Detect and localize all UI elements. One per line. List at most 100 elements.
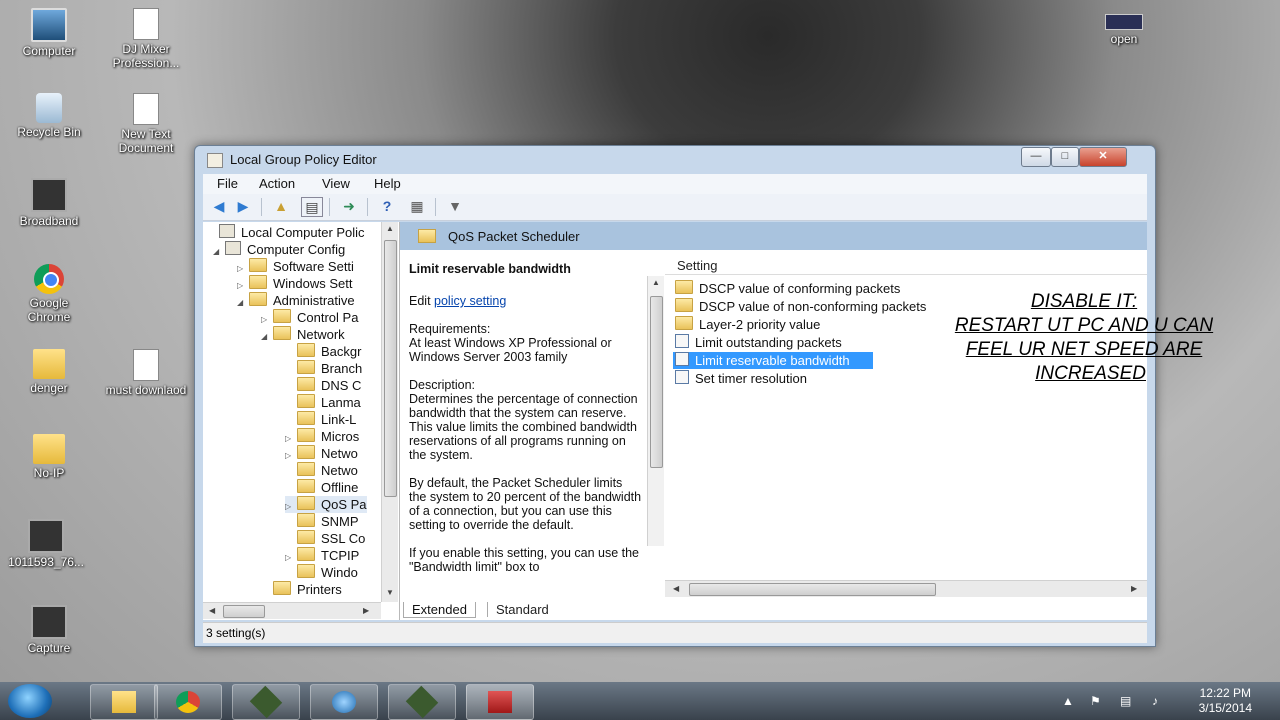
properties-icon[interactable]: ▦	[407, 197, 427, 215]
overlay-line: FEEL UR NET SPEED ARE	[965, 339, 1203, 360]
tree-item[interactable]: ◢ Administrative	[237, 292, 355, 309]
folder-icon	[249, 275, 267, 289]
desktop-icon-recycle-bin[interactable]: Recycle Bin	[7, 93, 91, 139]
setting-row[interactable]: Limit outstanding packets	[673, 334, 842, 351]
taskbar-app[interactable]	[232, 684, 300, 720]
desktop-icon-new-text-document[interactable]: New Text Document	[104, 93, 188, 155]
list-horizontal-scrollbar[interactable]: ◀ ▶	[665, 580, 1147, 597]
desktop-icon-no-ip[interactable]: No-IP	[7, 434, 91, 480]
desktop-icon-broadband[interactable]: Broadband	[7, 178, 91, 228]
tree-item[interactable]: ◢ Computer Config	[213, 241, 345, 258]
tree-item[interactable]: Branch	[285, 360, 362, 377]
tree-item[interactable]: ▷ Netwo	[285, 445, 358, 462]
desktop-icon-capture[interactable]: Capture	[7, 605, 91, 655]
desktop-icon-computer[interactable]: Computer	[7, 8, 91, 58]
export-list-icon[interactable]: ➜	[339, 197, 359, 215]
tree-item[interactable]: ▷ TCPIP	[285, 547, 359, 564]
menu-view[interactable]: View	[322, 176, 350, 191]
app-icon	[405, 685, 439, 719]
taskbar-explorer[interactable]	[90, 684, 158, 720]
toolbox-icon	[488, 691, 512, 713]
network-status-icon[interactable]: ▤	[1120, 694, 1131, 708]
minimize-button[interactable]: —	[1021, 147, 1051, 167]
tree-item[interactable]: SNMP	[285, 513, 359, 530]
tree-label: SSL Co	[321, 531, 366, 546]
desktop-icon-open[interactable]: open	[1082, 14, 1166, 46]
close-button[interactable]: ✕	[1079, 147, 1127, 167]
text-document-icon	[133, 349, 159, 381]
tree-item[interactable]: ▷ Control Pa	[261, 309, 358, 326]
clock[interactable]: 12:22 PM 3/15/2014	[1199, 686, 1252, 716]
setting-row[interactable]: DSCP value of conforming packets	[673, 280, 900, 297]
up-folder-icon[interactable]: ▲	[271, 197, 291, 215]
tree-label: Control Pa	[297, 310, 359, 325]
tree-item[interactable]: ▷ Micros	[285, 428, 359, 445]
list-column-header[interactable]: Setting	[665, 250, 1147, 275]
tree-item[interactable]: Netwo	[285, 462, 358, 479]
volume-icon[interactable]: ♪	[1152, 694, 1158, 708]
scroll-thumb[interactable]	[689, 583, 936, 596]
menu-help[interactable]: Help	[374, 176, 401, 191]
desktop-icon-google-chrome[interactable]: Google Chrome	[7, 264, 91, 324]
tree-label: SNMP	[321, 514, 359, 529]
setting-label: Set timer resolution	[695, 371, 807, 386]
tree-item[interactable]: Link-L	[285, 411, 356, 428]
tree-item[interactable]: ◢ Network	[261, 326, 345, 343]
tree-item[interactable]: Printers	[261, 581, 342, 598]
tree-label: Computer Config	[247, 242, 346, 257]
broadband-icon	[31, 178, 67, 212]
setting-row[interactable]: Set timer resolution	[673, 370, 807, 387]
setting-row-selected[interactable]: Limit reservable bandwidth	[673, 352, 873, 369]
desktop-icon-label: Capture	[27, 641, 71, 655]
tree-label: TCPIP	[321, 548, 360, 563]
tree-item[interactable]: Local Computer Polic	[207, 224, 365, 241]
tab-standard[interactable]: Standard	[487, 602, 557, 617]
maximize-button[interactable]: □	[1051, 147, 1079, 167]
filter-icon[interactable]: ▼	[445, 197, 465, 215]
toolbar: ◀ ▶ ▲ ▤ ➜ ? ▦ ▼	[203, 194, 1147, 221]
tree-item[interactable]: SSL Co	[285, 530, 365, 547]
show-hide-tree-icon[interactable]: ▤	[301, 197, 323, 217]
window-title: Local Group Policy Editor	[230, 152, 377, 167]
tree-vertical-scrollbar[interactable]: ▲ ▼	[381, 222, 398, 602]
taskbar-app[interactable]	[388, 684, 456, 720]
setting-row[interactable]: Layer-2 priority value	[673, 316, 820, 333]
tree-item[interactable]: ▷ Windows Sett	[237, 275, 352, 292]
desktop-icon-image-file[interactable]: 1011593_76...	[4, 519, 88, 569]
scroll-thumb[interactable]	[650, 296, 663, 468]
title-bar[interactable]: Local Group Policy Editor — □ ✕	[195, 146, 1155, 172]
setting-label: DSCP value of non-conforming packets	[699, 299, 927, 314]
taskbar-chrome[interactable]	[154, 684, 222, 720]
tab-extended[interactable]: Extended	[403, 602, 476, 618]
tree-item[interactable]: DNS C	[285, 377, 361, 394]
tree-horizontal-scrollbar[interactable]: ◀ ▶	[203, 602, 381, 619]
scroll-thumb[interactable]	[223, 605, 265, 618]
description-scrollbar[interactable]: ▲	[647, 276, 664, 546]
forward-icon[interactable]: ▶	[233, 197, 253, 215]
action-center-icon[interactable]: ⚑	[1090, 694, 1101, 708]
back-icon[interactable]: ◀	[209, 197, 229, 215]
tree-item[interactable]: Windo	[285, 564, 358, 581]
desktop-icon-must-downlaod[interactable]: must downlaod	[104, 349, 188, 397]
tree-item[interactable]: Backgr	[285, 343, 361, 360]
taskbar-network[interactable]	[310, 684, 378, 720]
desktop-icon-label: New Text Document	[118, 127, 174, 155]
tree-item[interactable]: Offline	[285, 479, 358, 496]
policy-setting-link[interactable]: policy setting	[434, 294, 506, 308]
tree-item-qos[interactable]: ▷ QoS Pa	[285, 496, 367, 513]
taskbar-group-policy[interactable]	[466, 684, 534, 720]
tree-label: Branch	[321, 361, 363, 376]
show-hidden-icons-icon[interactable]: ▲	[1062, 694, 1074, 708]
group-policy-editor-window: Local Group Policy Editor — □ ✕ File Act…	[194, 145, 1156, 647]
setting-row[interactable]: DSCP value of non-conforming packets	[673, 298, 926, 315]
help-icon[interactable]: ?	[377, 197, 397, 215]
desktop-icon-dj-mixer[interactable]: DJ Mixer Profession...	[104, 8, 188, 70]
tree-item[interactable]: Lanma	[285, 394, 361, 411]
start-button[interactable]	[8, 684, 52, 718]
menu-action[interactable]: Action	[259, 176, 295, 191]
scroll-thumb[interactable]	[384, 240, 397, 497]
tree-item[interactable]: ▷ Software Setti	[237, 258, 354, 275]
desktop-icon-denger[interactable]: denger	[7, 349, 91, 395]
menu-file[interactable]: File	[217, 176, 238, 191]
desktop-icon-label: 1011593_76...	[8, 555, 84, 569]
